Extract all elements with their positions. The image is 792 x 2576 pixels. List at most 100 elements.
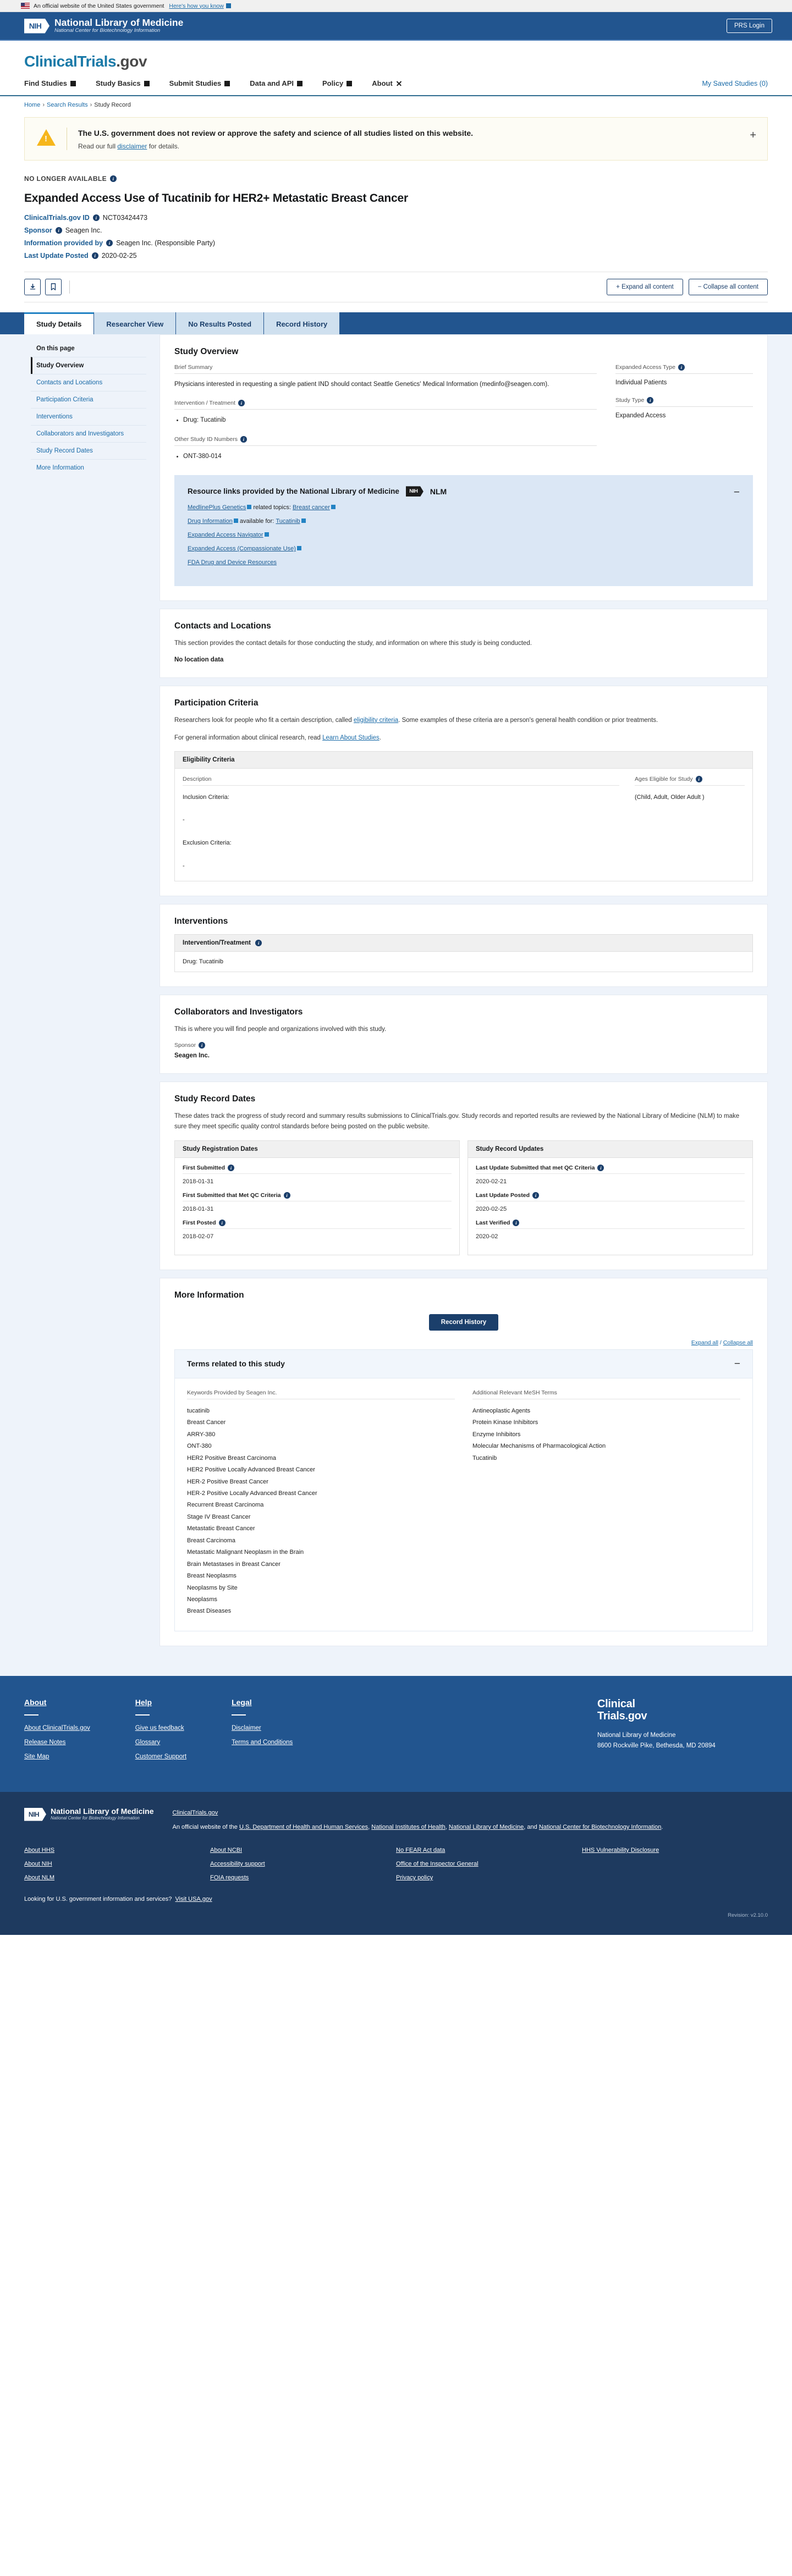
info-icon[interactable]: i	[647, 397, 654, 404]
my-saved-studies-link[interactable]: My Saved Studies (0)	[702, 80, 768, 87]
breadcrumb-home[interactable]: Home	[24, 102, 40, 108]
prs-login-button[interactable]: PRS Login	[727, 19, 772, 33]
more-information-heading: More Information	[174, 1290, 244, 1300]
sidebar-item-interventions[interactable]: Interventions	[31, 408, 146, 425]
info-icon[interactable]: i	[283, 1192, 290, 1199]
how-you-know-link[interactable]: Here's how you know	[169, 3, 223, 9]
footer-site-link[interactable]: ClinicalTrials.gov	[172, 1810, 218, 1816]
info-icon[interactable]: i	[695, 775, 702, 782]
record-history-button[interactable]: Record History	[428, 1314, 499, 1331]
meta-row-nct-id: ClinicalTrials.gov ID i NCT03424473	[24, 214, 768, 222]
nav-item-policy[interactable]: Policy	[322, 79, 353, 87]
visit-usa-gov-link[interactable]: Visit USA.gov	[175, 1896, 212, 1902]
nav-item-about[interactable]: About	[372, 79, 402, 87]
expand-all-link[interactable]: Expand all	[691, 1339, 718, 1346]
info-icon[interactable]: i	[91, 252, 98, 260]
collapse-all-link[interactable]: Collapse all	[723, 1339, 753, 1346]
list-item: Protein Kinase Inhibitors	[472, 1419, 538, 1426]
nav-item-data-and-api[interactable]: Data and API	[250, 79, 302, 87]
divider	[135, 1714, 150, 1716]
footer-link-no-fear-act-data[interactable]: No FEAR Act data	[396, 1847, 582, 1854]
medlineplus-genetics-link[interactable]: MedlinePlus Genetics	[188, 504, 246, 511]
footer-link-disclaimer[interactable]: Disclaimer	[232, 1725, 293, 1731]
footer-link-about-nih[interactable]: About NIH	[24, 1861, 210, 1867]
fda-drug-and-device-resources-link[interactable]: FDA Drug and Device Resources	[188, 559, 277, 566]
info-icon[interactable]: i	[240, 435, 247, 443]
tab-no-results-posted[interactable]: No Results Posted	[176, 312, 264, 335]
sidebar-item-collaborators-and-investigators[interactable]: Collaborators and Investigators	[31, 425, 146, 442]
info-icon[interactable]: i	[597, 1164, 604, 1171]
footer-link-terms-and-conditions[interactable]: Terms and Conditions	[232, 1739, 293, 1746]
date-label-text: First Submitted	[183, 1164, 226, 1171]
footer-link-glossary[interactable]: Glossary	[135, 1739, 186, 1746]
breadcrumb-current: Study Record	[94, 102, 131, 108]
info-icon[interactable]: i	[228, 1164, 235, 1171]
breast-cancer-link[interactable]: Breast cancer	[293, 504, 330, 511]
footer-brand-line-2: Trials.gov	[597, 1710, 647, 1723]
download-button[interactable]	[24, 279, 41, 296]
footer-link-privacy-policy[interactable]: Privacy policy	[396, 1874, 582, 1881]
footer-link-give-us-feedback[interactable]: Give us feedback	[135, 1725, 186, 1731]
meta-value: Seagen Inc. (Responsible Party)	[116, 239, 216, 247]
tab-study-details[interactable]: Study Details	[24, 312, 94, 335]
tab-researcher-view[interactable]: Researcher View	[94, 312, 176, 335]
info-icon[interactable]: i	[106, 240, 113, 247]
info-icon[interactable]: i	[255, 939, 262, 946]
footer-link-about-ncbi[interactable]: About NCBI	[210, 1847, 396, 1854]
info-icon[interactable]: i	[199, 1042, 206, 1049]
info-icon[interactable]: i	[92, 214, 100, 222]
footer-link-accessibility-support[interactable]: Accessibility support	[210, 1861, 396, 1867]
footer-link-office-of-inspector-general[interactable]: Office of the Inspector General	[396, 1861, 582, 1867]
drug-information-link[interactable]: Drug Information	[188, 518, 233, 525]
sidebar-item-more-information[interactable]: More Information	[31, 459, 146, 476]
info-icon[interactable]: i	[238, 400, 245, 407]
expand-all-content-button[interactable]: + Expand all content	[607, 279, 683, 296]
breadcrumb-search-results[interactable]: Search Results	[47, 102, 88, 108]
ncbi-link[interactable]: National Center for Biotechnology Inform…	[539, 1824, 662, 1830]
footer-link-release-notes[interactable]: Release Notes	[24, 1739, 90, 1746]
footer-link-about-hhs[interactable]: About HHS	[24, 1847, 210, 1854]
sidebar-item-study-overview[interactable]: Study Overview	[31, 357, 146, 374]
learn-about-studies-link[interactable]: Learn About Studies	[322, 735, 380, 741]
tucatinib-link[interactable]: Tucatinib	[276, 518, 300, 525]
collapse-terms-button[interactable]: −	[734, 1359, 740, 1369]
nlm-footer-logo[interactable]: NIH National Library of Medicine Nationa…	[24, 1807, 153, 1822]
expanded-access-navigator-link[interactable]: Expanded Access Navigator	[188, 532, 263, 538]
nlm-link[interactable]: National Library of Medicine	[449, 1824, 524, 1830]
eligibility-criteria-link[interactable]: eligibility criteria	[354, 717, 398, 724]
tab-record-history[interactable]: Record History	[264, 312, 340, 335]
nlm-logo[interactable]: NIH National Library of Medicine Nationa…	[24, 17, 183, 35]
sidebar-item-contacts-and-locations[interactable]: Contacts and Locations	[31, 374, 146, 391]
footer-link-about-nlm[interactable]: About NLM	[24, 1874, 210, 1881]
expanded-access-compassionate-use-link[interactable]: Expanded Access (Compassionate Use)	[188, 545, 296, 552]
nlm-subtitle: National Center for Biotechnology Inform…	[54, 27, 161, 34]
sidebar-item-participation-criteria[interactable]: Participation Criteria	[31, 391, 146, 408]
collapse-all-content-button[interactable]: − Collapse all content	[688, 279, 768, 296]
info-icon[interactable]: i	[532, 1192, 540, 1199]
intervention-treatment-label: Intervention / Treatment i	[174, 400, 597, 410]
footer-link-foia-requests[interactable]: FOIA requests	[210, 1874, 396, 1881]
chevron-down-icon[interactable]	[226, 3, 231, 8]
save-study-button[interactable]	[45, 279, 62, 296]
disclaimer-link[interactable]: disclaimer	[117, 142, 147, 150]
sidebar-item-study-record-dates[interactable]: Study Record Dates	[31, 442, 146, 459]
footer-link-hhs-vulnerability-disclosure[interactable]: HHS Vulnerability Disclosure	[582, 1847, 768, 1854]
chevron-down-icon	[346, 80, 353, 86]
info-icon[interactable]: i	[218, 1219, 226, 1226]
info-icon[interactable]: i	[55, 227, 62, 234]
info-icon[interactable]: i	[513, 1219, 520, 1226]
updates-table-body: Last Update Submitted that met QC Criter…	[468, 1158, 752, 1255]
info-icon[interactable]: i	[678, 364, 685, 371]
nav-item-find-studies[interactable]: Find Studies	[24, 79, 76, 87]
footer-link-customer-support[interactable]: Customer Support	[135, 1753, 186, 1760]
nih-link[interactable]: National Institutes of Health	[371, 1824, 446, 1830]
info-icon[interactable]: i	[110, 175, 117, 183]
collapse-nlm-box-button[interactable]: −	[734, 487, 740, 498]
hhs-link[interactable]: U.S. Department of Health and Human Serv…	[239, 1824, 368, 1830]
nav-item-submit-studies[interactable]: Submit Studies	[169, 79, 230, 87]
footer-link-about-clinicaltrials[interactable]: About ClinicalTrials.gov	[24, 1725, 90, 1731]
nav-item-study-basics[interactable]: Study Basics	[96, 79, 150, 87]
alert-expand-button[interactable]: +	[750, 130, 756, 141]
footer-link-site-map[interactable]: Site Map	[24, 1753, 90, 1760]
site-logo[interactable]: ClinicalTrials.gov	[24, 53, 768, 70]
